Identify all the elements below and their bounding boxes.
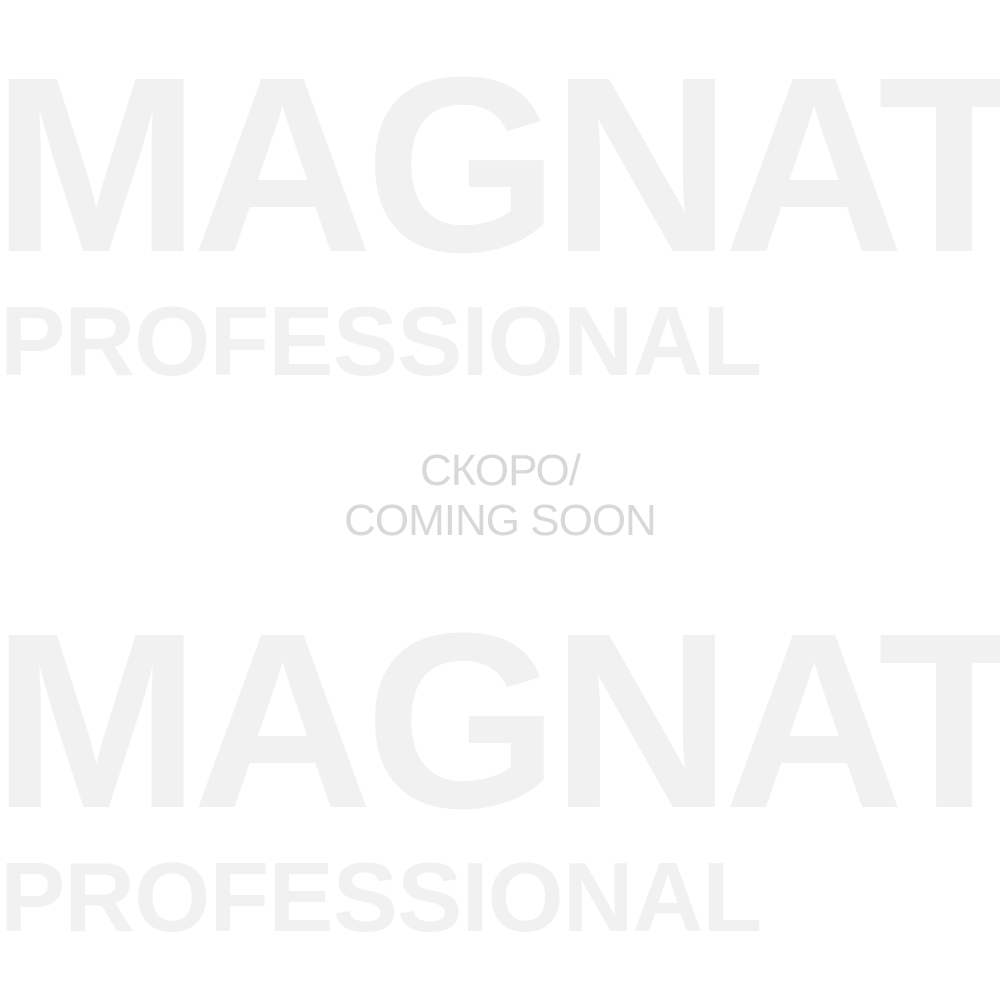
tagline-watermark-bottom: PROFESSIONAL [0, 842, 762, 952]
tagline-watermark-top: PROFESSIONAL [0, 286, 762, 396]
coming-soon-message: СКОРО/ COMING SOON [0, 446, 1000, 546]
coming-soon-line-en: COMING SOON [344, 496, 657, 545]
brand-watermark-top: MAGNAT [0, 25, 1000, 304]
coming-soon-line-ru: СКОРО/ [420, 446, 581, 495]
coming-soon-page: MAGNAT PROFESSIONAL СКОРО/ COMING SOON M… [0, 0, 1000, 1000]
brand-watermark-bottom: MAGNAT [0, 581, 1000, 860]
